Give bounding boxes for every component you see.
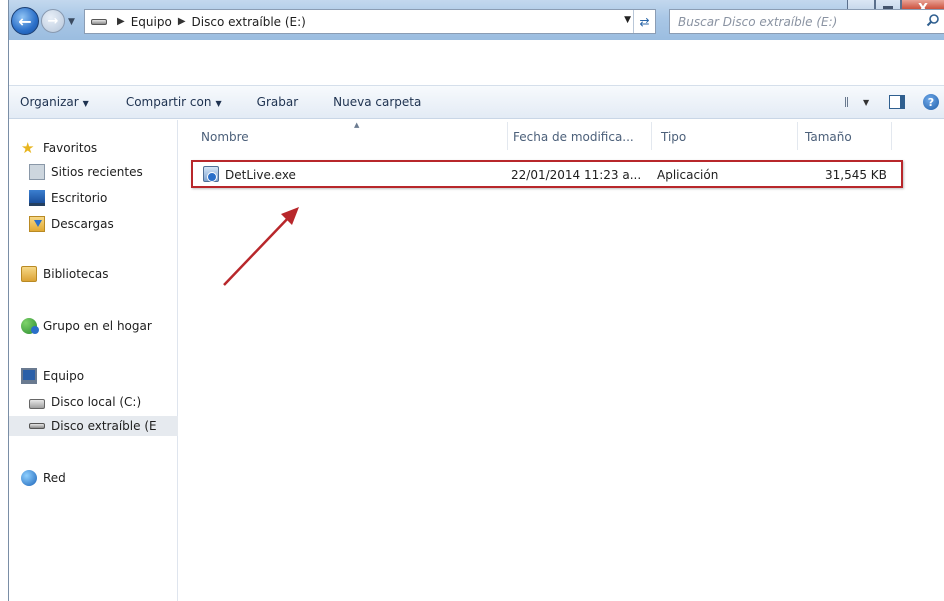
- refresh-button[interactable]: ⇄: [633, 10, 655, 33]
- removable-drive-icon: [91, 18, 107, 25]
- sidebar-item-libraries[interactable]: Bibliotecas: [21, 264, 108, 284]
- address-bar[interactable]: ▶ Equipo ▶ Disco extraíble (E:) ▼ ⇄: [84, 9, 656, 34]
- search-placeholder: Buscar Disco extraíble (E:): [678, 14, 838, 29]
- breadcrumb-chevron-icon[interactable]: ▶: [117, 16, 125, 27]
- sidebar-item-label: Bibliotecas: [43, 267, 109, 281]
- column-header-type[interactable]: Tipo: [661, 130, 686, 144]
- computer-icon: [21, 368, 37, 384]
- column-divider[interactable]: [651, 122, 652, 150]
- breadcrumb-equipo[interactable]: Equipo: [131, 15, 172, 29]
- file-size: 31,545 KB: [825, 168, 887, 182]
- file-list-pane: Nombre ▲ Fecha de modifica... Tipo Tamañ…: [179, 120, 944, 601]
- sidebar-item-network[interactable]: Red: [21, 468, 66, 488]
- forward-arrow-icon: →: [47, 13, 59, 29]
- removable-drive-icon: [29, 423, 45, 429]
- preview-pane-button[interactable]: [889, 95, 905, 109]
- sidebar-item-computer[interactable]: Equipo: [21, 366, 84, 386]
- organize-label: Organizar: [20, 95, 79, 109]
- search-input[interactable]: Buscar Disco extraíble (E:): [669, 9, 944, 34]
- sidebar-item-label: Disco local (C:): [51, 395, 142, 409]
- sidebar-item-label: Favoritos: [43, 141, 98, 155]
- desktop-icon: [29, 190, 45, 206]
- sidebar-item-homegroup[interactable]: Grupo en el hogar: [21, 316, 152, 336]
- column-headers: Nombre ▲ Fecha de modifica... Tipo Tamañ…: [179, 120, 944, 152]
- new-folder-button[interactable]: Nueva carpeta: [309, 95, 432, 109]
- column-header-name[interactable]: Nombre: [201, 130, 249, 144]
- chevron-down-icon: ▼: [82, 99, 89, 108]
- libraries-icon: [21, 266, 37, 282]
- explorer-window: X ← → ▼ ▶ Equipo ▶ Disco extraíble (E:) …: [8, 0, 944, 601]
- file-row[interactable]: DetLive.exe 22/01/2014 11:23 a... Aplica…: [191, 160, 903, 188]
- back-arrow-icon: ←: [18, 11, 32, 31]
- local-disk-icon: [29, 399, 45, 409]
- share-menu[interactable]: Compartir con ▼: [100, 95, 233, 109]
- breadcrumb-chevron-icon[interactable]: ▶: [178, 16, 186, 27]
- change-view-button[interactable]: ▼: [845, 97, 877, 107]
- toolbar-right-controls: ▼ ?: [845, 86, 944, 118]
- recent-places-icon: [29, 164, 45, 180]
- sidebar-item-label: Equipo: [43, 369, 85, 383]
- column-divider[interactable]: [797, 122, 798, 150]
- organize-menu[interactable]: Organizar ▼: [9, 95, 100, 109]
- navigation-pane: ★ Favoritos Sitios recientes Escritorio …: [9, 120, 178, 601]
- forward-button[interactable]: →: [41, 9, 65, 33]
- star-icon: ★: [21, 139, 35, 157]
- sidebar-item-label: Sitios recientes: [51, 165, 143, 179]
- help-icon[interactable]: ?: [923, 94, 939, 110]
- column-header-size[interactable]: Tamaño: [805, 130, 852, 144]
- command-bar: Organizar ▼ Compartir con ▼ Grabar Nueva c…: [9, 85, 944, 119]
- view-list-icon: [845, 97, 857, 107]
- sidebar-item-label: Grupo en el hogar: [43, 319, 152, 333]
- network-icon: [21, 470, 37, 486]
- navigation-row: ← → ▼ ▶ Equipo ▶ Disco extraíble (E:) ▼ …: [9, 6, 944, 38]
- application-icon: [203, 166, 219, 182]
- column-header-date[interactable]: Fecha de modifica...: [513, 130, 634, 144]
- share-label: Compartir con: [125, 95, 212, 109]
- file-type: Aplicación: [657, 168, 719, 182]
- column-divider[interactable]: [891, 122, 892, 150]
- recent-pages-dropdown-icon[interactable]: ▼: [68, 17, 75, 27]
- sidebar-item-label: Escritorio: [51, 191, 108, 205]
- search-icon[interactable]: [926, 13, 940, 27]
- file-date: 22/01/2014 11:23 a...: [511, 168, 642, 182]
- downloads-folder-icon: [29, 216, 45, 232]
- file-name: DetLive.exe: [225, 168, 296, 182]
- title-bar: X ← → ▼ ▶ Equipo ▶ Disco extraíble (E:) …: [9, 0, 944, 40]
- chevron-down-icon: ▼: [863, 97, 870, 107]
- breadcrumb-current[interactable]: Disco extraíble (E:): [192, 15, 306, 29]
- sidebar-item-label: Descargas: [51, 217, 114, 231]
- burn-button[interactable]: Grabar: [233, 95, 310, 109]
- sidebar-item-desktop[interactable]: Escritorio: [29, 188, 107, 208]
- annotation-arrow: [223, 207, 299, 286]
- homegroup-icon: [21, 318, 39, 334]
- sidebar-item-favorites[interactable]: ★ Favoritos: [21, 138, 97, 158]
- sidebar-item-downloads[interactable]: Descargas: [29, 214, 114, 234]
- sidebar-item-label: Red: [43, 471, 66, 485]
- chevron-down-icon: ▼: [215, 99, 222, 108]
- sidebar-item-local-disk[interactable]: Disco local (C:): [29, 392, 141, 412]
- column-divider[interactable]: [507, 122, 508, 150]
- sidebar-item-removable-disk[interactable]: Disco extraíble (E: [9, 416, 178, 436]
- address-history-dropdown-icon[interactable]: ▼: [624, 15, 631, 25]
- sort-ascending-icon: ▲: [354, 121, 360, 129]
- sidebar-item-label: Disco extraíble (E: [51, 419, 157, 433]
- back-button[interactable]: ←: [11, 7, 39, 35]
- sidebar-item-recent[interactable]: Sitios recientes: [29, 162, 143, 182]
